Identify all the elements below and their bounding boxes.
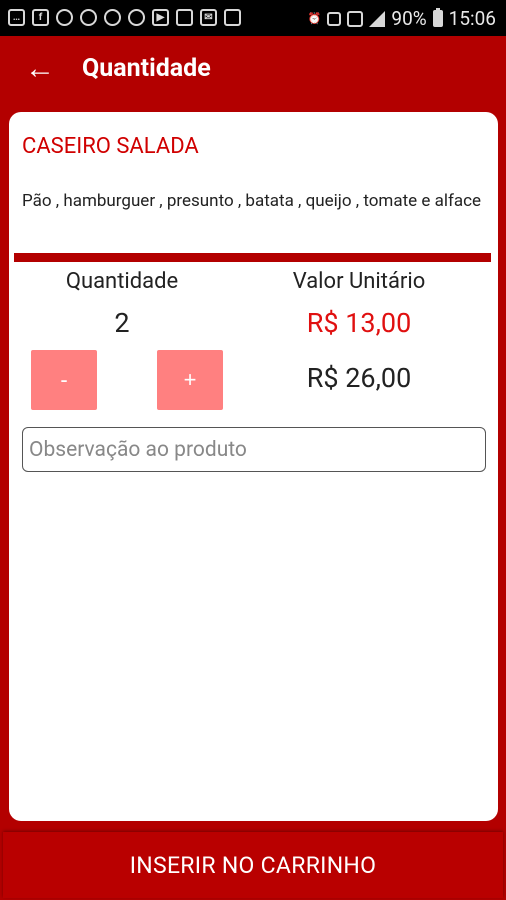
- facebook-icon: f: [32, 9, 49, 26]
- quantity-label: Quantidade: [65, 269, 179, 294]
- increase-quantity-button[interactable]: +: [157, 350, 223, 410]
- clock: 15:06: [448, 7, 496, 30]
- no-signal-icon: [347, 10, 364, 27]
- message-icon: …: [8, 9, 25, 26]
- product-name: CASEIRO SALADA: [22, 134, 199, 159]
- total-price-value: R$ 26,00: [306, 362, 412, 394]
- status-bar: … f ▶ ✉ ⏰ 90% 15:06: [0, 0, 506, 36]
- product-description: Pão , hamburguer , presunto , batata , q…: [22, 191, 482, 211]
- unit-price-label: Valor Unitário: [292, 269, 426, 294]
- insert-into-cart-button[interactable]: INSERIR NO CARRINHO: [3, 832, 503, 898]
- back-arrow-icon[interactable]: ←: [22, 51, 58, 87]
- battery-percent: 90%: [391, 7, 427, 30]
- image-icon: [176, 9, 193, 26]
- battery-icon: [432, 8, 443, 27]
- youtube-icon: ▶: [152, 9, 169, 26]
- notification-icons: … f ▶ ✉: [8, 9, 241, 26]
- mail-icon: ✉: [200, 9, 217, 26]
- circle-icon: [104, 9, 121, 26]
- decrease-quantity-button[interactable]: -: [31, 350, 97, 410]
- quantity-value: 2: [114, 307, 130, 339]
- nfc-icon: [327, 11, 342, 26]
- status-right: ⏰ 90% 15:06: [308, 7, 496, 30]
- page-title: Quantidade: [82, 54, 211, 83]
- signal-icon: [369, 10, 386, 27]
- divider: [14, 253, 491, 262]
- app-bar: ← Quantidade: [0, 36, 506, 104]
- chrome-icon: [80, 9, 97, 26]
- product-card: CASEIRO SALADA Pão , hamburguer , presun…: [9, 112, 498, 821]
- alarm-icon: ⏰: [307, 12, 322, 25]
- chat-icon: [56, 9, 73, 26]
- observation-input[interactable]: [22, 427, 486, 472]
- whatsapp-icon: [128, 9, 145, 26]
- unit-price-value: R$ 13,00: [306, 307, 412, 339]
- app-icon: [224, 9, 241, 26]
